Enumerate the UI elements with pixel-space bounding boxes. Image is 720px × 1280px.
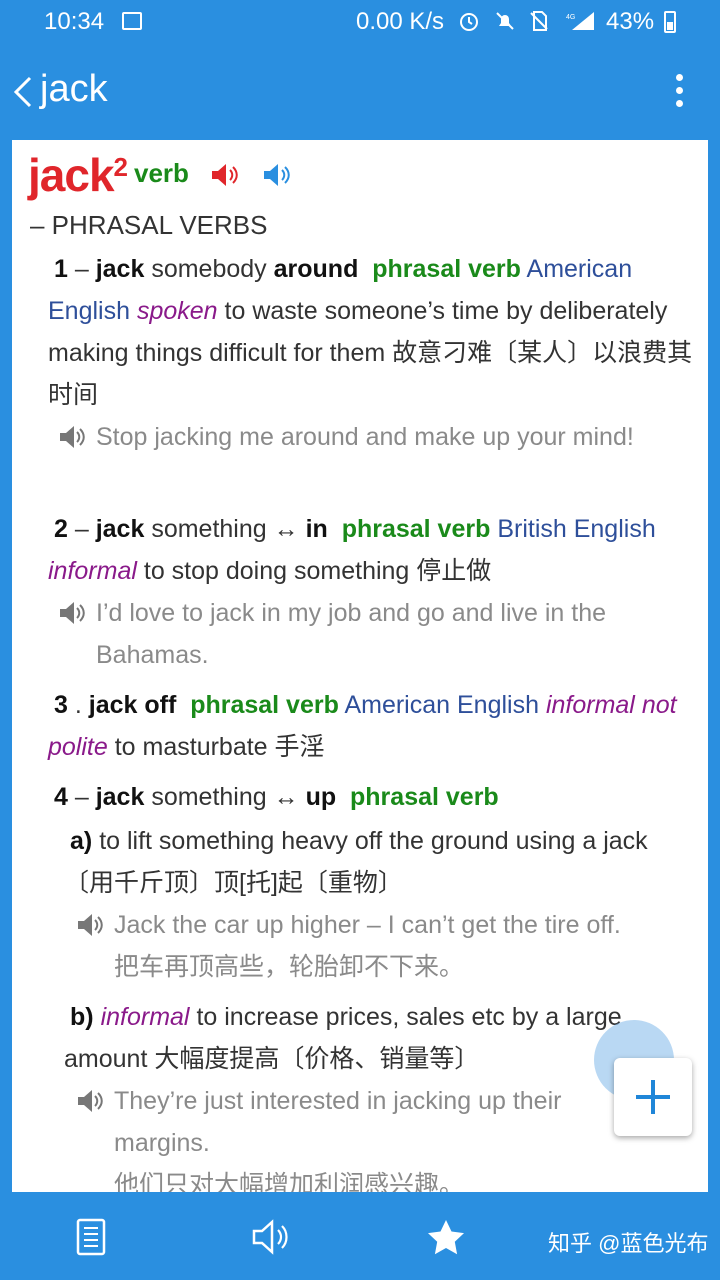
sense-number: 4 — [54, 783, 68, 811]
bottom-bar: 知乎 @蓝色光布 — [0, 1192, 720, 1280]
add-icon[interactable] — [614, 1058, 692, 1136]
section-title: – PHRASAL VERBS — [30, 210, 268, 240]
sense-number: 1 — [54, 255, 68, 283]
example-text: Jack the car up higher – I can’t get the… — [114, 911, 621, 939]
example-text: Stop jacking me around and make up your … — [96, 423, 634, 451]
sub-sense-label: b) — [70, 1003, 94, 1031]
phrase-object: somebody — [144, 255, 274, 283]
separator: – — [67, 783, 96, 811]
grammar-label: phrasal verb — [190, 691, 339, 719]
part-of-speech: verb — [134, 158, 189, 188]
separator: – — [67, 255, 96, 283]
register-label: informal — [545, 691, 635, 719]
app-bar: jack — [0, 44, 720, 140]
page-title: jack — [40, 68, 108, 110]
phrase-head: jack — [95, 255, 145, 283]
star-icon[interactable] — [426, 1218, 466, 1256]
register-label: informal — [100, 1003, 190, 1031]
back-icon[interactable] — [8, 72, 38, 112]
region-label: American English — [344, 691, 539, 719]
phrase-object: something ↔ — [144, 515, 306, 543]
sense-number: 3 — [54, 691, 68, 719]
headword-row: jack2 — [28, 148, 129, 208]
speaker-icon[interactable] — [262, 162, 292, 188]
grammar-label: phrasal verb — [372, 255, 521, 283]
phrase-head: jack — [95, 515, 145, 543]
phrase-head: jack — [95, 783, 145, 811]
definition: to stop doing something — [143, 557, 410, 585]
register-label: spoken — [136, 297, 218, 325]
translation: 大幅度提高〔价格、销量等〕 — [154, 1045, 480, 1073]
svg-text:4G: 4G — [566, 14, 575, 21]
grammar-label: phrasal verb — [350, 783, 499, 811]
phrase-particle: around — [273, 255, 359, 283]
speaker-icon[interactable] — [58, 424, 86, 450]
example-4a: Jack the car up higher – I can’t get the… — [78, 904, 699, 988]
headword: jack — [28, 149, 115, 201]
example-translation: 把车再顶高些，轮胎卸不下来。 — [114, 953, 465, 981]
status-time: 10:34 — [44, 8, 105, 35]
sense-number: 2 — [54, 515, 68, 543]
alarm-icon — [460, 13, 478, 31]
image-icon — [122, 12, 142, 30]
phrase-object: something ↔ — [144, 783, 306, 811]
phrase-particle: up — [305, 783, 337, 811]
example-translation: 他们只对大幅增加利润感兴趣。 — [114, 1171, 465, 1192]
phrase-head: jack off — [88, 691, 177, 719]
grammar-label: phrasal verb — [341, 515, 491, 543]
translation: 〔用千斤顶〕顶[托]起〔重物〕 — [64, 869, 403, 897]
translation: 停止做 — [416, 557, 492, 585]
signal-icon: 4G — [566, 12, 594, 30]
watermark-text: 知乎 @蓝色光布 — [548, 1231, 709, 1256]
example-4b: They’re just interested in jacking up th… — [78, 1080, 624, 1192]
list-icon[interactable] — [72, 1218, 112, 1256]
example-2: I’d love to jack in my job and go and li… — [60, 592, 686, 676]
example-text: They’re just interested in jacking up th… — [114, 1087, 562, 1157]
battery-icon — [664, 11, 676, 33]
phrase-particle: in — [305, 515, 328, 543]
mute-icon — [496, 12, 514, 30]
sense-4: 4 – jack something ↔ up phrasal verb — [48, 776, 698, 818]
definition: to masturbate — [114, 733, 268, 761]
sound-icon[interactable] — [250, 1218, 290, 1256]
region-label: British English — [497, 515, 656, 543]
separator: . — [67, 691, 89, 719]
sense-4a: a) to lift something heavy off the groun… — [64, 820, 692, 904]
more-icon[interactable] — [674, 74, 684, 110]
separator: – — [67, 515, 96, 543]
example-1: Stop jacking me around and make up your … — [60, 416, 676, 458]
definition: to lift something heavy off the ground u… — [99, 827, 648, 855]
example-text: I’d love to jack in my job and go and li… — [96, 599, 607, 669]
speaker-icon[interactable] — [76, 1088, 104, 1114]
status-bar: 10:34 0.00 K/s 4G 43% — [0, 0, 720, 44]
speaker-icon[interactable] — [210, 162, 240, 188]
translation: 手淫 — [274, 733, 325, 761]
sense-1: 1 – jack somebody around phrasal verb Am… — [48, 248, 698, 416]
sense-2: 2 – jack something ↔ in phrasal verb Bri… — [48, 508, 698, 592]
sub-sense-label: a) — [70, 827, 93, 855]
battery-percent: 43% — [606, 8, 655, 35]
sense-3: 3 . jack off phrasal verb American Engli… — [48, 684, 698, 768]
speaker-icon[interactable] — [58, 600, 86, 626]
speaker-icon[interactable] — [76, 912, 104, 938]
register-label: informal — [48, 557, 137, 585]
net-speed: 0.00 K/s — [356, 8, 445, 35]
no-sim-icon — [530, 11, 548, 31]
homograph-number: 2 — [113, 152, 129, 182]
